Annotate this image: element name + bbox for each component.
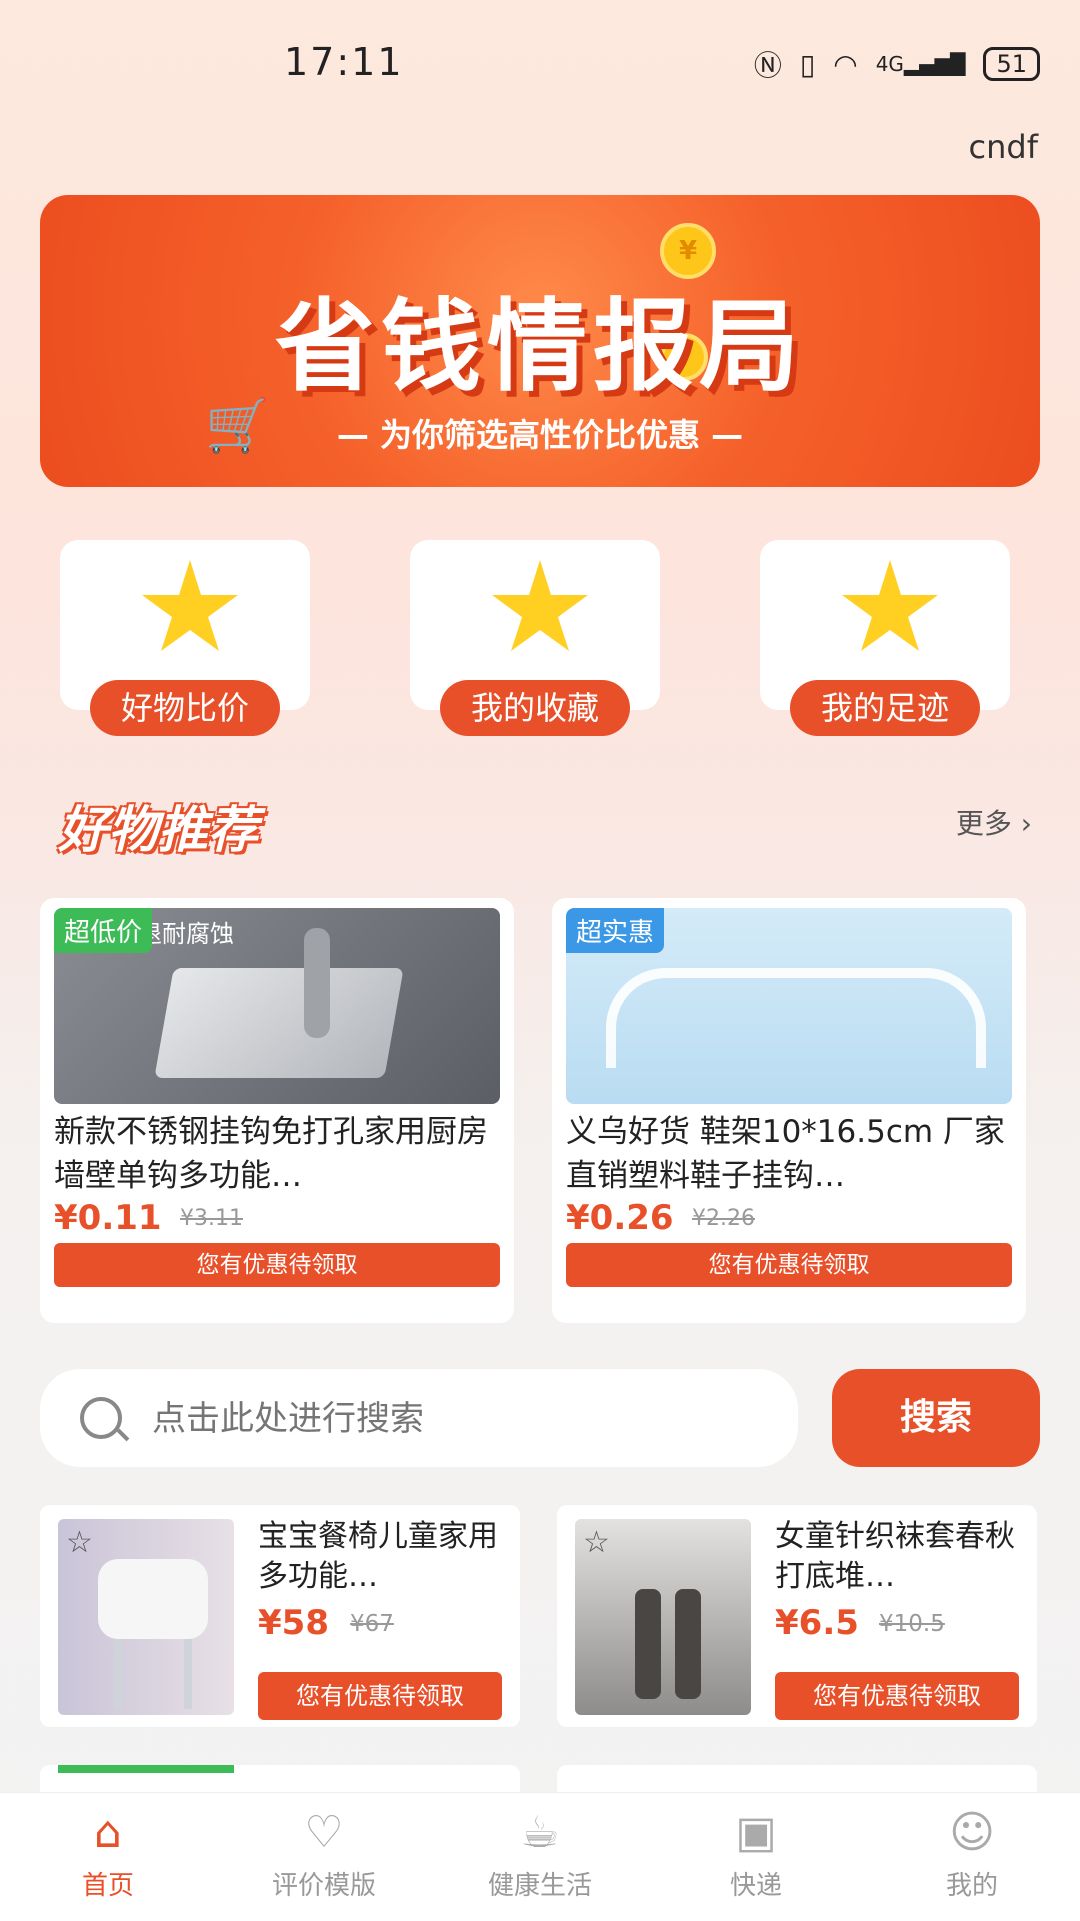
status-time: 17:11 <box>284 40 404 84</box>
leg-warmer-image <box>635 1589 661 1699</box>
nav-review-template[interactable]: ♡ 评价模版 <box>216 1807 432 1902</box>
status-icons: Ⓝ ▯ ◠ 4G▂▄▆█ 51 <box>754 44 1040 84</box>
original-price: ¥2.26 <box>692 1206 755 1231</box>
original-price: ¥3.11 <box>180 1206 243 1231</box>
nav-healthy-life[interactable]: ☕ 健康生活 <box>432 1807 648 1902</box>
product-name: 宝宝餐椅儿童家用多功能… <box>258 1519 498 1594</box>
section-title: 好物推荐 <box>58 801 258 859</box>
battery-icon: 51 <box>983 47 1040 81</box>
star-mascot-horn-icon <box>842 560 938 651</box>
product-name: 新款不锈钢挂钩免打孔家用厨房墙壁单钩多功能… <box>54 1114 488 1194</box>
claim-coupon-button[interactable]: 您有优惠待领取 <box>775 1672 1019 1720</box>
bottom-nav: ⌂ 首页 ♡ 评价模版 ☕ 健康生活 ▣ 快递 ☺ 我的 <box>0 1792 1080 1921</box>
cellular-icon: 4G▂▄▆█ <box>875 52 966 76</box>
chair-leg <box>184 1639 192 1709</box>
claim-coupon-button[interactable]: 您有优惠待领取 <box>258 1672 502 1720</box>
network-type-label: 4G <box>875 52 904 76</box>
nav-express[interactable]: ▣ 快递 <box>648 1807 864 1902</box>
tile-compare[interactable]: 好物比价 <box>60 540 310 736</box>
featured-card[interactable]: 包退耐腐蚀 超低价 新款不锈钢挂钩免打孔家用厨房墙壁单钩多功能… ¥0.11 ¥… <box>40 898 514 1323</box>
hook-image <box>304 928 330 1038</box>
original-price: ¥10.5 <box>879 1611 945 1637</box>
product-image: ☆ <box>575 1519 751 1715</box>
nav-label: 首页 <box>81 1871 134 1901</box>
search-input[interactable] <box>150 1391 774 1447</box>
wifi-icon: ◠ <box>833 47 858 81</box>
vibrate-icon: ▯ <box>799 47 816 81</box>
tile-favorites[interactable]: 我的收藏 <box>410 540 660 736</box>
search-bar[interactable] <box>40 1369 798 1467</box>
user-name[interactable]: cndf <box>969 128 1038 166</box>
feature-tiles: 好物比价 我的收藏 我的足迹 <box>60 540 1020 740</box>
tile-label: 我的足迹 <box>790 680 980 736</box>
product-image: ☆ <box>58 1519 234 1715</box>
hanger-image <box>606 968 986 1068</box>
more-link[interactable]: 更多 › <box>956 802 1032 842</box>
steel-plate-image <box>154 968 404 1078</box>
status-bar: 17:11 Ⓝ ▯ ◠ 4G▂▄▆█ 51 <box>0 0 1080 120</box>
nav-label: 评价模版 <box>271 1871 376 1901</box>
product-price: ¥6.5 <box>775 1603 859 1643</box>
claim-coupon-button[interactable]: 您有优惠待领取 <box>566 1243 1012 1287</box>
nfc-icon: Ⓝ <box>753 49 782 82</box>
star-favorite-icon[interactable]: ☆ <box>66 1525 93 1560</box>
cup-icon: ☕ <box>520 1807 560 1858</box>
product-name: 女童针织袜套春秋打底堆… <box>775 1519 1015 1594</box>
profile-icon: ☺ <box>949 1807 995 1858</box>
leg-warmer-image <box>675 1589 701 1699</box>
tile-label: 我的收藏 <box>440 680 630 736</box>
tile-label: 好物比价 <box>90 680 280 736</box>
tile-history[interactable]: 我的足迹 <box>760 540 1010 736</box>
product-name: 义乌好货 鞋架10*16.5cm 厂家直销塑料鞋子挂钩… <box>566 1114 1005 1194</box>
product-price: ¥0.26 <box>566 1198 674 1238</box>
package-icon: ▣ <box>735 1807 777 1858</box>
promo-banner[interactable]: ¥ ⚡ 🛒 省钱情报局 — 为你筛选高性价比优惠 — <box>40 195 1040 487</box>
price-tag: 超实惠 <box>566 908 665 953</box>
nav-home[interactable]: ⌂ 首页 <box>0 1807 216 1902</box>
banner-title: 省钱情报局 <box>275 288 805 405</box>
home-icon: ⌂ <box>94 1807 122 1858</box>
banner-subtitle: — 为你筛选高性价比优惠 — <box>336 416 744 454</box>
star-mascot-box-icon <box>492 560 588 651</box>
product-item[interactable]: ☆ 女童针织袜套春秋打底堆… ¥6.5 ¥10.5 您有优惠待领取 <box>557 1505 1037 1727</box>
product-item[interactable]: ☆ 宝宝餐椅儿童家用多功能… ¥58 ¥67 您有优惠待领取 <box>40 1505 520 1727</box>
price-tag: 超低价 <box>54 908 153 953</box>
star-mascot-gift-icon <box>142 560 238 651</box>
featured-card[interactable]: 超实惠 义乌好货 鞋架10*16.5cm 厂家直销塑料鞋子挂钩… ¥0.26 ¥… <box>552 898 1026 1323</box>
tag-strip <box>58 1765 234 1773</box>
review-icon: ♡ <box>304 1807 344 1858</box>
nav-label: 我的 <box>945 1871 998 1901</box>
claim-coupon-button[interactable]: 您有优惠待领取 <box>54 1243 500 1287</box>
nav-label: 快递 <box>729 1871 782 1901</box>
star-favorite-icon[interactable]: ☆ <box>583 1525 610 1560</box>
nav-label: 健康生活 <box>487 1871 592 1901</box>
product-price: ¥58 <box>258 1603 329 1643</box>
product-item-partial[interactable] <box>40 1765 520 1795</box>
product-price: ¥0.11 <box>54 1198 162 1238</box>
product-item-partial[interactable] <box>557 1765 1037 1795</box>
search-button[interactable]: 搜索 <box>832 1369 1040 1467</box>
chair-leg <box>114 1639 122 1709</box>
nav-profile[interactable]: ☺ 我的 <box>864 1807 1080 1902</box>
search-icon <box>80 1397 122 1439</box>
high-chair-image <box>98 1559 208 1639</box>
product-image: 包退耐腐蚀 超低价 <box>54 908 500 1104</box>
product-image: 超实惠 <box>566 908 1012 1104</box>
original-price: ¥67 <box>350 1611 394 1637</box>
